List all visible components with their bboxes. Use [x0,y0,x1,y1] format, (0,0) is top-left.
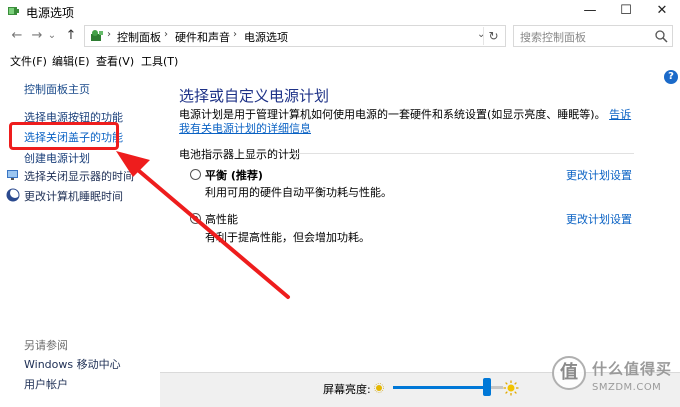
search-input[interactable]: 搜索控制面板 [520,29,586,45]
breadcrumb-separator-icon: › [233,29,237,40]
menu-bar: 文件(F) 编辑(E) 查看(V) 工具(T) [0,50,680,70]
search-box[interactable]: 搜索控制面板 [513,25,673,47]
breadcrumb-separator-icon: › [164,29,168,40]
smzdm-watermark: 值 什么值得买 SMZDM.COM [548,352,680,407]
high-performance-plan-name[interactable]: 高性能 [205,211,238,227]
windows-mobility-center-link[interactable]: Windows 移动中心 [24,356,121,372]
screen-brightness-label: 屏幕亮度: [323,383,371,396]
close-button[interactable]: ✕ [644,0,680,22]
address-bar[interactable]: › 控制面板 › 硬件和声音 › 电源选项 ⌄ ↻ [84,25,506,47]
watermark-title: 什么值得买 [592,360,673,378]
sleep-time-link[interactable]: 更改计算机睡眠时间 [24,188,123,204]
brightness-slider-fill [393,386,487,389]
navigation-bar: ← → ⌄ ↑ › 控制面板 › 硬件和声音 › 电源选项 ⌄ ↻ 搜索控制面板 [0,24,680,48]
high-performance-change-settings-link[interactable]: 更改计划设置 [566,211,632,227]
control-panel-icon [91,30,103,41]
annotation-highlight-box [9,122,119,150]
maximize-button[interactable]: ☐ [608,0,644,22]
up-button[interactable]: ↑ [62,26,80,46]
page-heading: 选择或自定义电源计划 [179,87,330,105]
display-off-time-link[interactable]: 选择关闭显示器的时间 [24,168,134,184]
help-icon[interactable]: ? [664,70,678,84]
balanced-plan-radio[interactable] [190,169,201,180]
plan-description: 电源计划是用于管理计算机如何使用电源的一套硬件和系统设置(如显示亮度、睡眠等)。… [179,108,639,136]
balanced-change-settings-link[interactable]: 更改计划设置 [566,167,632,183]
display-shield-icon [7,170,18,180]
menu-file[interactable]: 文件(F) [10,53,47,69]
breadcrumb-hardware-sound[interactable]: 硬件和声音 [175,29,230,45]
balanced-plan-name[interactable]: 平衡 (推荐) [205,167,263,183]
forward-button[interactable]: → [28,26,46,46]
sleep-moon-icon [6,188,20,202]
watermark-domain: SMZDM.COM [592,382,662,393]
recent-locations-button[interactable]: ⌄ [46,26,58,46]
high-performance-plan-radio[interactable] [190,213,201,224]
user-accounts-link[interactable]: 用户帐户 [24,376,68,392]
section-divider [288,153,634,154]
minimize-button[interactable]: — [572,0,608,22]
power-options-window: 电源选项 — ☐ ✕ ← → ⌄ ↑ › 控制面板 › 硬件和声音 › 电源选项… [0,0,680,407]
see-also-heading: 另请参阅 [24,339,68,352]
brightness-high-icon [503,380,519,396]
balanced-plan-description: 利用可用的硬件自动平衡功耗与性能。 [205,186,392,199]
battery-plans-section-label: 电池指示器上显示的计划 [179,148,300,161]
brightness-low-icon [374,383,384,393]
breadcrumb-separator-icon: › [107,29,111,40]
control-panel-home-link[interactable]: 控制面板主页 [24,81,90,97]
watermark-seal-icon: 值 [552,356,586,390]
window-title: 电源选项 [26,6,75,20]
breadcrumb-control-panel[interactable]: 控制面板 [117,29,161,45]
search-icon[interactable] [654,29,668,43]
title-bar: 电源选项 — ☐ ✕ [0,0,680,22]
high-performance-plan-description: 有利于提高性能，但会增加功耗。 [205,231,370,244]
menu-edit[interactable]: 编辑(E) [52,53,90,69]
create-power-plan-link[interactable]: 创建电源计划 [24,150,90,166]
plan-description-text: 电源计划是用于管理计算机如何使用电源的一套硬件和系统设置(如显示亮度、睡眠等)。 [179,108,606,121]
power-options-icon [8,7,19,15]
menu-view[interactable]: 查看(V) [96,53,134,69]
breadcrumb-power-options[interactable]: 电源选项 [244,29,288,45]
brightness-slider-thumb[interactable] [482,378,491,396]
menu-tools[interactable]: 工具(T) [141,53,178,69]
back-button[interactable]: ← [8,26,26,46]
refresh-button[interactable]: ↻ [483,27,503,45]
